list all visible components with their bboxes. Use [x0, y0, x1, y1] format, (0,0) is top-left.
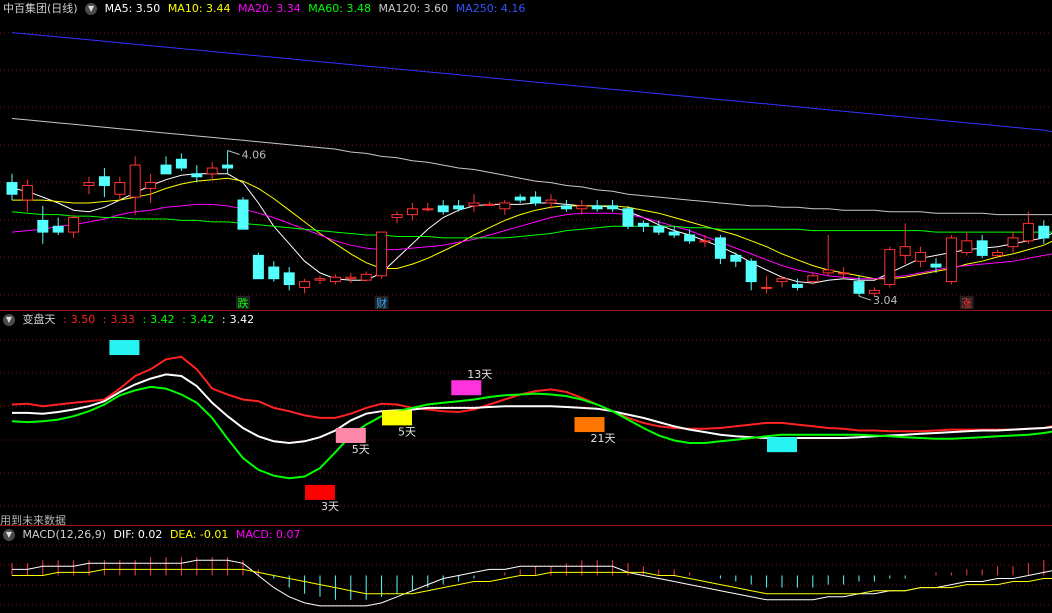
low-price-label: 3.04: [873, 294, 898, 307]
candle-up: [129, 164, 141, 198]
stock-chart[interactable]: 4.06 3.04 跌 财 涨 13天 5天 5天 21天 3天: [0, 0, 1052, 613]
candle-up: [329, 276, 341, 283]
candle-up: [838, 272, 850, 275]
candle-down: [268, 266, 280, 280]
candle-up: [68, 217, 80, 233]
ma-line-ma60: [11, 211, 1052, 239]
sub1-line-1: [12, 373, 1052, 445]
candle-up: [406, 208, 418, 216]
candle-down: [530, 196, 542, 204]
candle-up: [899, 246, 911, 256]
sub1-signal-block: [574, 417, 605, 433]
candle-up: [83, 182, 95, 186]
macd-line-dea: [12, 568, 1052, 595]
candle-down: [222, 164, 234, 169]
candle-up: [391, 214, 403, 219]
candle-up: [1022, 222, 1034, 242]
candle-up: [699, 240, 711, 243]
candle-down: [684, 234, 696, 242]
candle-up: [376, 231, 388, 277]
candle-down: [283, 272, 295, 286]
candle-down: [560, 205, 572, 210]
candle-down: [98, 176, 110, 186]
high-pointer: [227, 150, 240, 156]
candle-down: [453, 205, 465, 210]
candle-up: [483, 203, 495, 206]
candle-up: [314, 278, 326, 281]
candle-down: [791, 284, 803, 288]
candle-down: [930, 263, 942, 268]
sub1-day-label: 3天: [321, 500, 339, 513]
sub1-signal-block: [109, 340, 140, 356]
candle-down: [514, 196, 526, 201]
candle-up: [545, 199, 557, 204]
candle-up: [807, 275, 819, 283]
macd-line-dif: [12, 559, 1052, 607]
candle-up: [422, 208, 434, 211]
candle-up: [761, 286, 773, 289]
candle-down: [237, 199, 249, 230]
candle-down: [637, 222, 649, 227]
candle-down: [191, 173, 203, 178]
candle-down: [745, 260, 757, 283]
sub1-signal-block: [767, 437, 797, 453]
candle-down: [1038, 225, 1050, 239]
candle-down: [175, 158, 187, 169]
candle-up: [961, 240, 973, 253]
candle-up: [884, 249, 896, 286]
candle-down: [976, 240, 988, 256]
candle-up: [945, 237, 957, 283]
sub1-day-label: 13天: [467, 368, 492, 381]
candle-down: [714, 237, 726, 259]
candle-up: [499, 202, 511, 210]
candle-up: [360, 273, 372, 281]
sub1-day-label: 5天: [352, 443, 370, 456]
ma-line-ma5: [11, 173, 1052, 284]
candle-up: [145, 182, 157, 189]
candle-down: [160, 164, 172, 175]
candle-up: [114, 182, 126, 195]
high-price-label: 4.06: [242, 149, 267, 162]
candle-up: [299, 281, 311, 288]
candle-up: [776, 278, 788, 283]
sub1-line-2: [11, 385, 1052, 480]
signal-marker: 财: [376, 296, 387, 310]
signal-marker: 跌: [238, 296, 249, 310]
candle-down: [52, 225, 64, 233]
sub1-signal-block: [335, 427, 366, 443]
candle-down: [607, 205, 619, 210]
candle-up: [915, 251, 927, 262]
ma-line-ma10: [12, 177, 1052, 280]
candle-up: [992, 251, 1004, 256]
candle-down: [591, 205, 603, 210]
candle-up: [468, 202, 480, 207]
candle-down: [853, 281, 865, 294]
sub1-day-label: 21天: [591, 432, 616, 445]
candle-down: [37, 219, 49, 233]
ma-line-ma20: [11, 203, 1052, 280]
candle-up: [868, 289, 880, 294]
candle-up: [345, 276, 357, 280]
signal-marker: 涨: [961, 297, 972, 310]
candle-up: [576, 205, 588, 210]
ma-line-ma250: [11, 32, 1052, 133]
sub1-day-label: 5天: [398, 425, 416, 438]
sub1-signal-block: [451, 380, 482, 396]
low-pointer: [858, 295, 872, 301]
candle-up: [1007, 237, 1019, 248]
candle-down: [437, 205, 449, 213]
sub1-signal-block: [382, 410, 412, 426]
candle-down: [622, 208, 634, 227]
candle-down: [653, 225, 665, 233]
candle-up: [21, 184, 33, 201]
candle-down: [6, 182, 18, 195]
candle-up: [206, 167, 218, 175]
sub1-signal-block: [305, 484, 335, 500]
candle-down: [668, 231, 680, 236]
candle-up: [822, 269, 834, 274]
candle-down: [730, 254, 742, 262]
candle-down: [252, 254, 264, 280]
